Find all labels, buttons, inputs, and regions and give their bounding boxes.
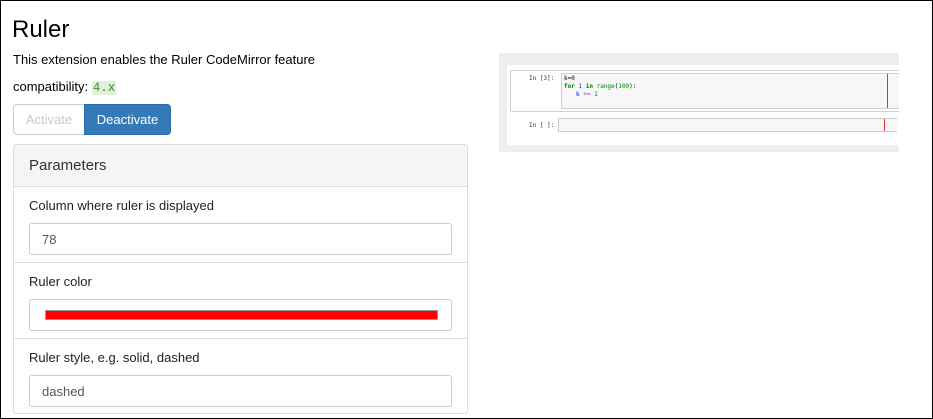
param-label-ruler-column: Column where ruler is displayed [29, 198, 214, 213]
param-ruler-style: Ruler style, e.g. solid, dashed dashed [14, 339, 467, 414]
cell1-prompt: In [3]: [529, 75, 555, 82]
ruler-style-input[interactable]: dashed [29, 375, 452, 407]
compatibility-line: compatibility: 4.x [13, 79, 117, 96]
code-line-3: k += 1 [576, 91, 598, 98]
ruler-color-input[interactable] [29, 299, 452, 331]
extension-description: This extension enables the Ruler CodeMir… [13, 52, 316, 67]
ruler-line-cell2 [884, 119, 885, 131]
param-ruler-column: Column where ruler is displayed 78 [14, 187, 467, 263]
extension-page: Ruler This extension enables the Ruler C… [0, 0, 933, 419]
notebook-cell-1: In [3]: k=0 for i in range(100): k += 1 [510, 70, 899, 112]
param-ruler-color: Ruler color [14, 263, 467, 339]
code-line-1: k=0 [564, 75, 575, 82]
cell2-code-area [558, 118, 897, 132]
ruler-color-swatch[interactable] [45, 310, 438, 320]
notebook-preview: In [3]: k=0 for i in range(100): k += 1 … [507, 65, 899, 145]
ruler-column-input[interactable]: 78 [29, 223, 452, 255]
parameters-heading: Parameters [14, 145, 467, 187]
compatibility-label: compatibility: [13, 79, 89, 94]
parameters-panel: Parameters Column where ruler is display… [13, 144, 468, 414]
code-line-2: for i in range(100): [564, 83, 637, 90]
preview-screenshot: In [3]: k=0 for i in range(100): k += 1 … [499, 53, 899, 152]
page-title: Ruler [12, 16, 70, 43]
activation-button-group: Activate Deactivate [13, 104, 171, 135]
param-label-ruler-color: Ruler color [29, 274, 92, 289]
compatibility-version: 4.x [91, 81, 117, 95]
activate-button[interactable]: Activate [13, 104, 84, 135]
cell1-code-area: k=0 for i in range(100): k += 1 [561, 73, 899, 109]
deactivate-button[interactable]: Deactivate [84, 104, 171, 135]
param-label-ruler-style: Ruler style, e.g. solid, dashed [29, 350, 200, 365]
ruler-line-cell1 [887, 74, 888, 108]
cell2-prompt: In [ ]: [529, 122, 555, 129]
